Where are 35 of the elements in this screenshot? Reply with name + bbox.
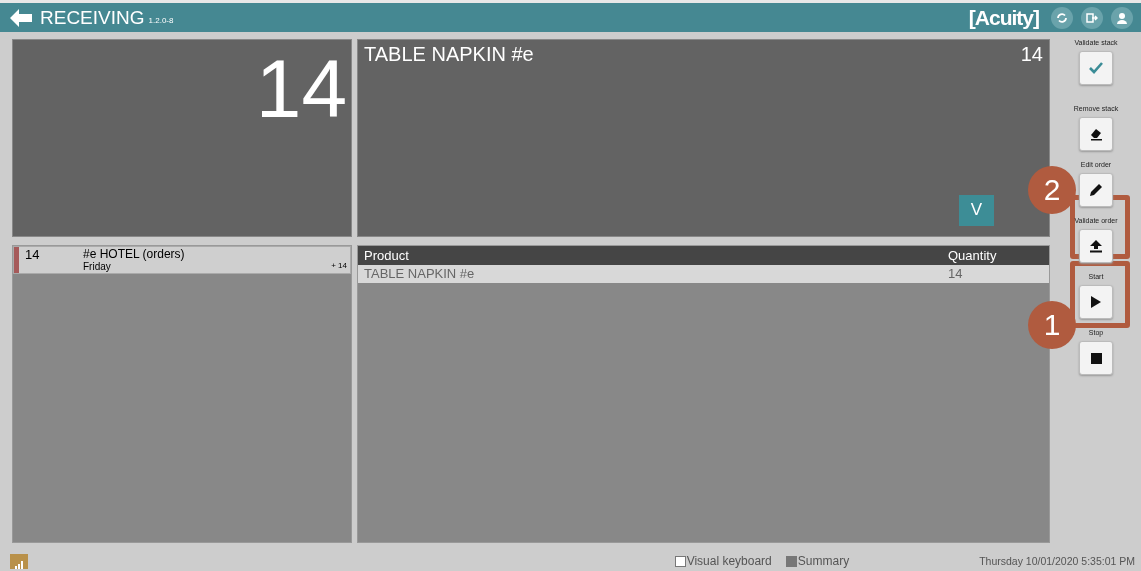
validate-button[interactable]: V [959,194,994,226]
checkbox[interactable] [785,555,797,567]
tool-button[interactable] [1079,173,1113,207]
checkbox[interactable] [674,555,686,567]
date-time: Thursday 10/01/2020 5:35:01 PM [979,555,1135,567]
checkbox-label: Summary [797,554,850,568]
play-icon [1090,295,1102,309]
back-arrow-icon[interactable] [10,8,32,27]
order-delta: + 14 [331,260,348,272]
pencil-icon [1089,183,1103,197]
order-number: 14 [24,246,41,264]
page-title: RECEIVING [40,6,145,29]
check-icon [1089,62,1103,74]
signal-icon [10,553,28,569]
tool-button[interactable] [1079,117,1113,151]
column-header: Quantity [942,245,1049,265]
product-quantity: 14 [1020,43,1043,66]
user-icon[interactable] [1111,6,1133,29]
logout-icon[interactable] [1081,6,1103,29]
eraser-icon [1089,127,1103,141]
order-row[interactable]: 14 #e HOTEL (orders) Friday + 14 [13,245,351,274]
order-day: Friday [83,260,332,272]
refresh-icon[interactable] [1051,6,1073,29]
checkbox-label: Visual keyboard [686,554,772,568]
upload-icon [1089,239,1103,253]
count-value: 14 [255,48,347,130]
product-name: TABLE NAPKIN #e [364,43,534,66]
tool-button[interactable] [1079,229,1113,263]
order-name: #e HOTEL (orders) [83,246,186,261]
logo: [Acuity] [968,5,1039,30]
tool-button[interactable] [1079,285,1113,319]
version-label: 1.2.0-8 [148,16,174,25]
tool-button[interactable] [1079,341,1113,375]
column-header: Product [358,245,942,265]
stop-icon [1090,352,1102,364]
